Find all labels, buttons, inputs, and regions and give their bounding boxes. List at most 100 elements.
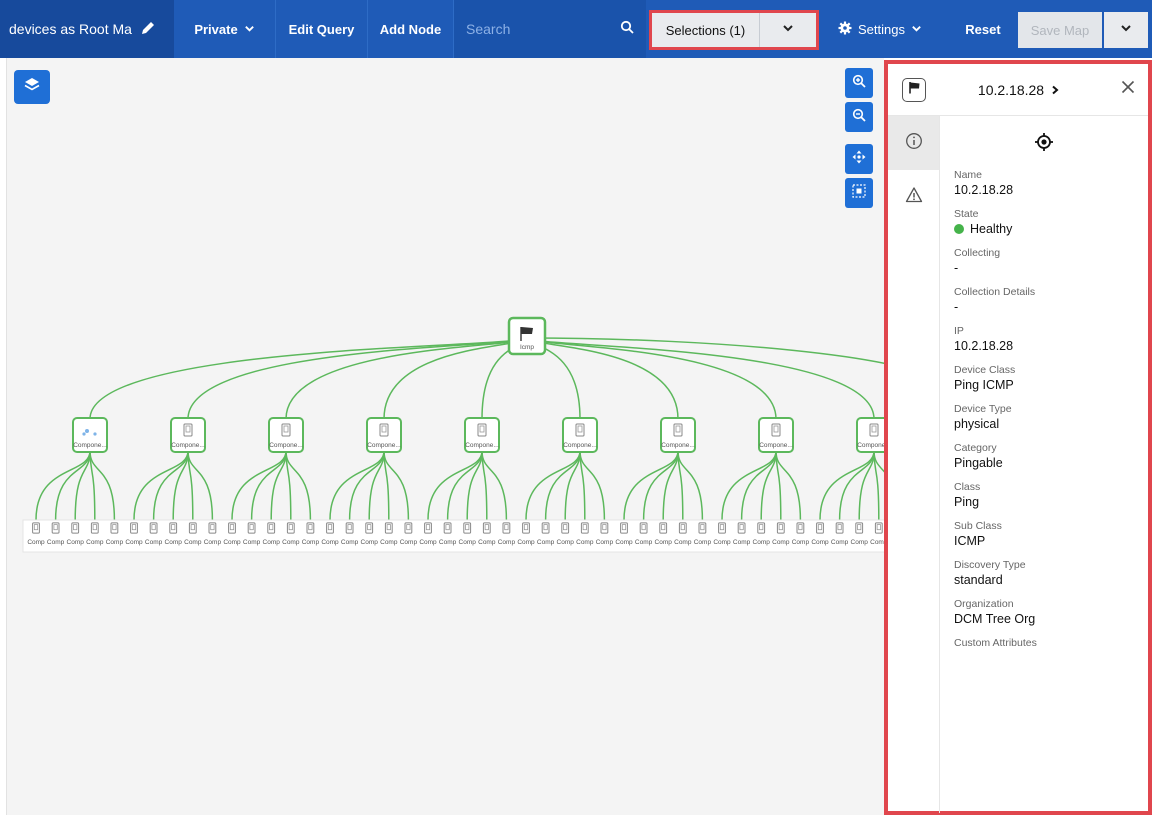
status-indicator <box>954 224 964 234</box>
save-options-caret-button[interactable] <box>1104 12 1148 48</box>
field-collection-details: Collection Details - <box>954 286 1134 316</box>
field-device-type: Device Type physical <box>954 403 1134 433</box>
warning-icon <box>905 186 923 209</box>
close-panel-button[interactable] <box>1108 80 1148 99</box>
map-title-text: devices as Root Ma <box>9 21 132 37</box>
component-node[interactable]: Compone... <box>464 417 500 453</box>
panel-title-link[interactable]: 10.2.18.28 <box>940 82 1108 98</box>
selections-button[interactable]: Selections (1) <box>652 13 760 47</box>
component-node[interactable]: Compone... <box>660 417 696 453</box>
visibility-dropdown[interactable]: Private <box>174 0 276 58</box>
root-node[interactable]: Icmp <box>507 316 547 356</box>
field-device-class: Device Class Ping ICMP <box>954 364 1134 394</box>
leaf-label: Comp <box>772 539 790 546</box>
chevron-down-icon <box>911 22 922 37</box>
leaf-label: Comp <box>27 539 45 546</box>
locate-device-button[interactable] <box>954 126 1134 169</box>
device-details: Name 10.2.18.28 State Healthy Collecting… <box>940 116 1148 813</box>
flag-cloth <box>521 327 533 334</box>
save-map-button[interactable]: Save Map <box>1018 12 1102 48</box>
leaf-label: Comp <box>459 539 477 546</box>
cluster-dot <box>85 429 89 433</box>
edit-query-button[interactable]: Edit Query <box>276 0 368 58</box>
flag-icon <box>908 81 921 99</box>
fit-to-screen-button[interactable] <box>845 178 873 208</box>
component-node[interactable]: Compone... <box>268 417 304 453</box>
add-node-button[interactable]: Add Node <box>368 0 454 58</box>
settings-dropdown[interactable]: Settings <box>828 0 932 58</box>
tab-alerts[interactable] <box>888 170 939 224</box>
leaf-label: Comp <box>223 539 241 546</box>
component-label: Compone... <box>171 442 205 449</box>
cluster-dot <box>82 432 86 436</box>
graph-edge <box>285 337 528 420</box>
leaf-label: Comp <box>851 539 869 546</box>
field-label: Name <box>954 169 983 181</box>
cluster-dot <box>93 432 97 436</box>
device-detail-panel: 10.2.18.28 Name 10.2.18.28 State Healthy… <box>884 60 1152 815</box>
component-label: Compone... <box>661 442 695 449</box>
gear-icon <box>838 21 852 38</box>
leaf-label: Comp <box>596 539 614 546</box>
map-canvas[interactable]: Comp Comp Comp Comp Comp Comp Comp Comp Comp Comp… <box>6 58 884 815</box>
add-node-label: Add Node <box>379 21 442 37</box>
selections-caret-button[interactable] <box>760 13 816 47</box>
component-node[interactable]: Compone... <box>170 417 206 453</box>
component-node[interactable]: Compone... <box>72 417 108 453</box>
leaf-label: Comp <box>674 539 692 546</box>
field-value: standard <box>954 573 1003 587</box>
component-label: Compone... <box>857 442 884 449</box>
chevron-right-icon <box>1050 82 1060 98</box>
field-value: Pingable <box>954 456 1003 470</box>
pan-button[interactable] <box>845 144 873 174</box>
field-collecting: Collecting - <box>954 247 1134 277</box>
leaf-label: Comp <box>184 539 202 546</box>
edit-query-label: Edit Query <box>288 21 355 37</box>
field-label: Sub Class <box>954 520 1002 532</box>
field-custom-attributes: Custom Attributes <box>954 637 1134 650</box>
field-value: - <box>954 261 959 275</box>
field-label: IP <box>954 325 964 337</box>
leaf-label: Comp <box>243 539 261 546</box>
leaf-label: Comp <box>439 539 457 546</box>
leaf-label: Comp <box>282 539 300 546</box>
map-title[interactable]: devices as Root Ma <box>0 0 174 58</box>
device-type-badge <box>888 64 940 116</box>
chevron-down-icon <box>1120 21 1132 39</box>
topology-graph[interactable]: Comp Comp Comp Comp Comp Comp Comp Comp Comp Comp… <box>7 58 884 815</box>
leaf-label: Comp <box>517 539 535 546</box>
layers-icon <box>23 76 41 99</box>
leaf-label: Comp <box>204 539 222 546</box>
field-label: State <box>954 208 979 220</box>
leaf-label: Comp <box>263 539 281 546</box>
leaf-label: Comp <box>537 539 555 546</box>
leaf-label: Comp <box>302 539 320 546</box>
pencil-icon[interactable] <box>140 20 156 39</box>
tab-info[interactable] <box>888 116 939 170</box>
leaf-label: Comp <box>321 539 339 546</box>
graph-edges <box>35 337 884 521</box>
move-arrows-icon <box>852 150 866 169</box>
component-node[interactable]: Compone... <box>366 417 402 453</box>
zoom-in-button[interactable] <box>845 68 873 98</box>
layers-button[interactable] <box>14 70 50 104</box>
search-icon[interactable] <box>620 20 634 39</box>
state-text: Healthy <box>970 222 1013 236</box>
selections-dropdown: Selections (1) <box>649 10 819 50</box>
graph-edge <box>383 337 528 420</box>
leaf-label: Comp <box>86 539 104 546</box>
leaf-label: Comp <box>557 539 575 546</box>
field-category: Category Pingable <box>954 442 1134 472</box>
field-ip: IP 10.2.18.28 <box>954 325 1134 355</box>
zoom-out-button[interactable] <box>845 102 873 132</box>
leaf-label: Comp <box>165 539 183 546</box>
component-node[interactable]: Compone... <box>758 417 794 453</box>
zoom-controls <box>845 68 873 208</box>
search-input[interactable] <box>466 21 606 37</box>
reset-button[interactable]: Reset <box>950 0 1016 58</box>
component-node[interactable]: Compone... <box>856 417 884 453</box>
field-value: Ping ICMP <box>954 378 1014 392</box>
panel-side-tabs <box>888 116 940 813</box>
zoom-out-icon <box>852 108 866 127</box>
component-node[interactable]: Compone... <box>562 417 598 453</box>
